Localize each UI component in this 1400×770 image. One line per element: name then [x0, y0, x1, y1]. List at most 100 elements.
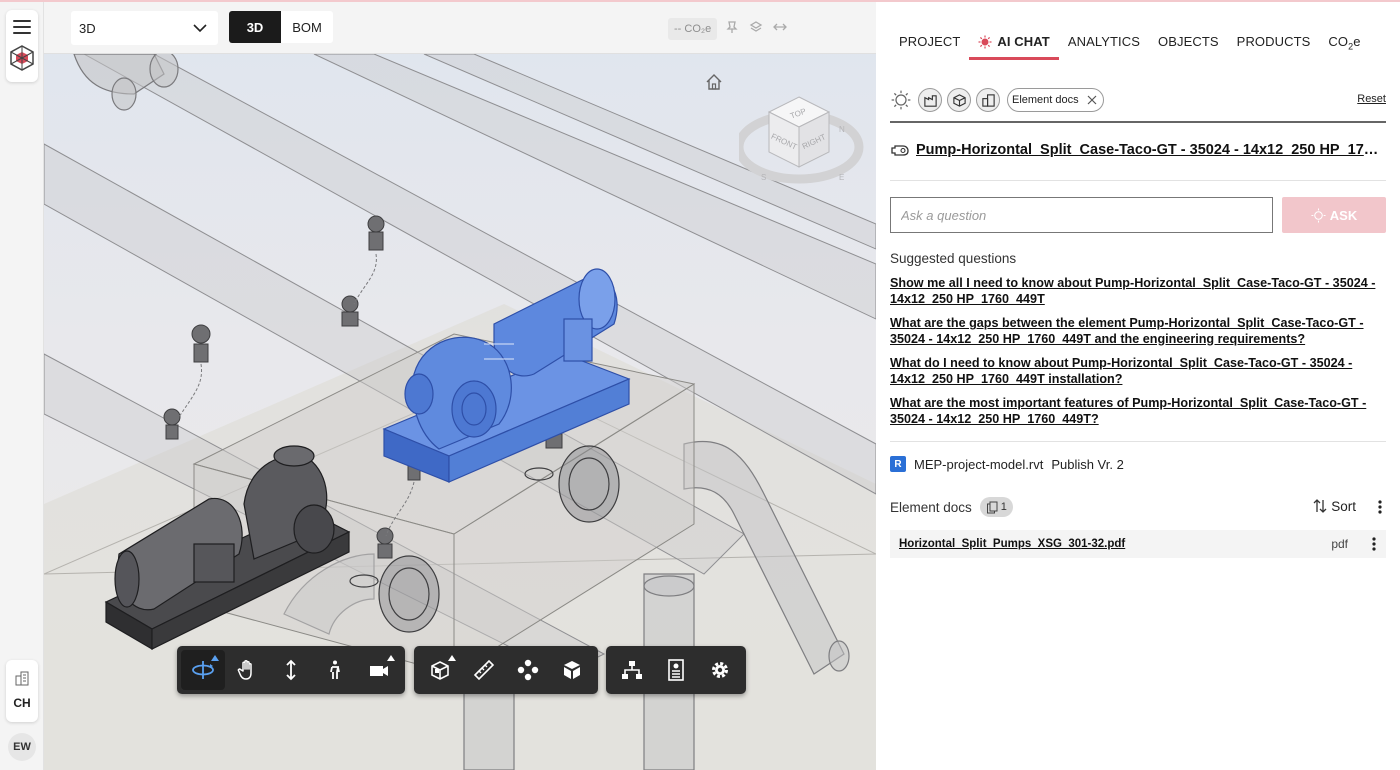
view-mode-value: 3D	[79, 20, 96, 36]
suggested-questions-title: Suggested questions	[890, 251, 1017, 266]
publish-version: Publish Vr. 2	[1051, 456, 1124, 472]
suggested-question[interactable]: What are the most important features of …	[890, 396, 1386, 427]
panel-tabs: PROJECT AI CHAT ANALYTICS OBJECTS PRODUC…	[890, 24, 1370, 60]
app-logo-icon[interactable]	[9, 44, 35, 72]
docs-count-badge: 1	[979, 497, 1013, 517]
docs-count: 1	[1000, 501, 1007, 513]
suggested-question[interactable]: What are the gaps between the element Pu…	[890, 316, 1386, 347]
navigation-cube[interactable]: TOP FRONT RIGHT N S E	[739, 92, 865, 192]
suggested-question[interactable]: Show me all I need to know about Pump-Ho…	[890, 276, 1386, 307]
element-title-link[interactable]: Pump-Horizontal_Split_Case-Taco-GT - 350…	[916, 142, 1386, 158]
navigation-toolbar	[177, 646, 405, 694]
filter-building-button[interactable]	[918, 88, 942, 112]
filter-model-button[interactable]	[947, 88, 971, 112]
walk-tool[interactable]	[313, 650, 357, 690]
tab-project[interactable]: PROJECT	[890, 24, 969, 60]
sort-button[interactable]: Sort	[1312, 498, 1356, 514]
info-toolbar	[606, 646, 746, 694]
sort-label: Sort	[1331, 498, 1356, 514]
questions-divider	[890, 441, 1386, 442]
model-file-row: R MEP-project-model.rvt Publish Vr. 2	[890, 456, 1124, 472]
tab-objects[interactable]: OBJECTS	[1149, 24, 1228, 60]
measure-ruler-icon	[473, 659, 495, 681]
layers-icon[interactable]	[749, 20, 763, 34]
pump-icon	[891, 145, 909, 156]
tab-analytics[interactable]: ANALYTICS	[1059, 24, 1149, 60]
pan-hand-icon	[237, 660, 252, 680]
arrows-icon[interactable]	[773, 20, 787, 34]
suggested-question[interactable]: What do I need to know about Pump-Horizo…	[890, 356, 1386, 387]
tab-ai-chat[interactable]: AI CHAT	[969, 24, 1059, 60]
suggested-questions-list: Show me all I need to know about Pump-Ho…	[890, 276, 1386, 436]
close-icon[interactable]	[1087, 95, 1097, 105]
toggle-3d[interactable]: 3D	[229, 11, 281, 43]
title-divider	[890, 180, 1386, 181]
compass-n: N	[839, 125, 845, 134]
3d-viewport[interactable]: 3D 3D BOM -- CO₂e TOP FRONT RIGHT N S E	[44, 2, 876, 770]
documents-icon	[986, 501, 998, 513]
chevron-down-icon	[193, 24, 207, 33]
doc-list-item[interactable]: Horizontal_Split_Pumps_XSG_301-32.pdf pd…	[890, 530, 1386, 558]
pin-icon[interactable]	[725, 20, 739, 34]
tab-co2-suffix: e	[1353, 34, 1361, 49]
orbit-tool[interactable]	[181, 650, 225, 690]
sun-spark-icon	[1311, 207, 1326, 223]
tab-co2e[interactable]: CO2e	[1319, 24, 1369, 60]
properties-icon	[668, 659, 684, 681]
context-filters: Element docs	[889, 88, 1104, 112]
co2-readout: -- CO₂e	[668, 18, 718, 40]
rail-top-card	[6, 10, 38, 82]
model-tool[interactable]	[550, 650, 594, 690]
pan-tool[interactable]	[225, 650, 269, 690]
filter-chip-label: Element docs	[1012, 94, 1079, 106]
ask-question-input[interactable]	[890, 197, 1273, 233]
cube-icon	[952, 93, 966, 107]
structure-tool[interactable]	[610, 650, 654, 690]
tab-products[interactable]: PRODUCTS	[1228, 24, 1320, 60]
model-file-name: MEP-project-model.rvt	[914, 456, 1044, 472]
filter-ai-button[interactable]	[889, 88, 913, 112]
model-cube-icon	[564, 661, 580, 679]
tab-co2-label: CO	[1328, 34, 1349, 49]
doc-more-options-icon[interactable]	[1368, 536, 1380, 552]
more-options-icon[interactable]	[1374, 499, 1386, 515]
sort-arrows-icon	[1313, 499, 1327, 513]
structure-tree-icon	[622, 661, 642, 679]
view-mode-select[interactable]: 3D	[71, 11, 218, 45]
compass-e: E	[839, 173, 844, 182]
right-panel: PROJECT AI CHAT ANALYTICS OBJECTS PRODUC…	[876, 2, 1400, 770]
user-avatar[interactable]: EW	[8, 733, 36, 761]
view-toggle: 3D BOM	[229, 11, 333, 43]
camera-tool[interactable]	[357, 650, 401, 690]
walk-person-icon	[330, 660, 340, 679]
zoom-vertical-icon	[286, 659, 296, 681]
zoom-tool[interactable]	[269, 650, 313, 690]
project-code: CH	[13, 696, 31, 710]
revit-file-icon: R	[890, 456, 906, 472]
hamburger-menu-icon[interactable]	[13, 20, 31, 34]
ai-spark-icon	[978, 35, 992, 48]
explode-icon	[517, 659, 539, 681]
home-icon[interactable]	[704, 72, 724, 92]
ask-button[interactable]: ASK	[1282, 197, 1386, 233]
measure-tool[interactable]	[462, 650, 506, 690]
doc-file-link[interactable]: Horizontal_Split_Pumps_XSG_301-32.pdf	[899, 538, 1125, 550]
orbit-icon	[192, 661, 214, 679]
filter-chip-element-docs[interactable]: Element docs	[1007, 88, 1104, 112]
model-toolbar	[414, 646, 598, 694]
element-title: Pump-Horizontal_Split_Case-Taco-GT - 350…	[890, 142, 1386, 158]
settings-gear-icon	[712, 662, 728, 678]
element-docs-title: Element docs	[890, 499, 972, 515]
sun-spark-icon	[891, 90, 911, 110]
explode-tool[interactable]	[506, 650, 550, 690]
reset-link[interactable]: Reset	[1357, 93, 1386, 105]
properties-tool[interactable]	[654, 650, 698, 690]
camera-icon	[370, 666, 388, 676]
project-switcher[interactable]: CH	[6, 660, 38, 722]
section-box-tool[interactable]	[418, 650, 462, 690]
filter-project-button[interactable]	[976, 88, 1000, 112]
toggle-bom[interactable]: BOM	[281, 11, 333, 43]
tab-ai-chat-label: AI CHAT	[997, 34, 1050, 49]
settings-tool[interactable]	[698, 650, 742, 690]
section-box-icon	[431, 661, 449, 680]
